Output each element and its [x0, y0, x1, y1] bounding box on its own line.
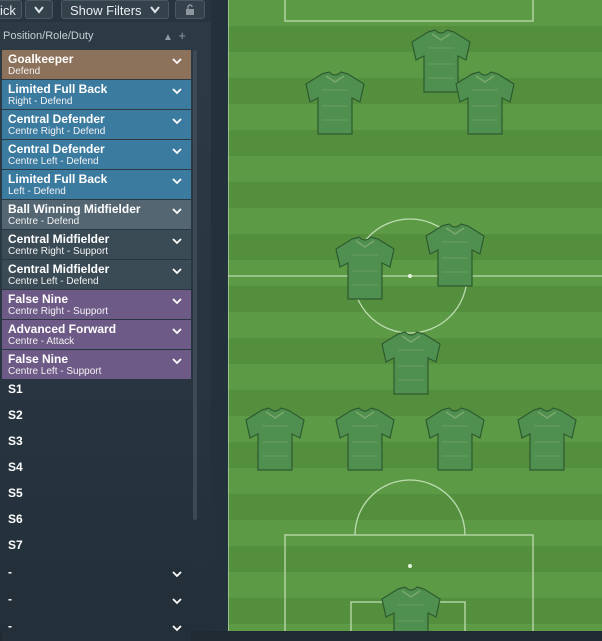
position-duty: Centre Left - Defend — [8, 276, 99, 287]
position-role: Ball Winning Midfielder — [8, 202, 141, 216]
position-row[interactable]: False Nine Centre Right - Support — [2, 290, 191, 319]
sidebar-toolbar: ick Show Filters — [0, 0, 211, 22]
position-duty: Centre - Defend — [8, 216, 80, 227]
lock-button[interactable] — [175, 0, 205, 19]
column-header-label: Position/Role/Duty — [3, 30, 94, 42]
substitutes-list: S1 S2 S3 S4 S5 S6 S7 — [8, 380, 23, 562]
substitute-slot[interactable]: S4 — [8, 458, 23, 484]
substitute-slot[interactable]: S5 — [8, 484, 23, 510]
position-row[interactable]: Goalkeeper Defend — [2, 50, 191, 79]
chevron-down-icon[interactable] — [172, 86, 182, 96]
shirt-icon[interactable] — [422, 222, 488, 288]
sidebar-scrollbar[interactable] — [193, 50, 197, 520]
chevron-down-icon — [150, 6, 160, 14]
position-row[interactable]: Central Midfielder Centre Left - Defend — [2, 260, 191, 289]
view-dropdown-label: ick — [0, 3, 16, 18]
chevron-down-icon[interactable] — [172, 176, 182, 186]
position-role: Central Midfielder — [8, 232, 110, 246]
position-row[interactable]: Central Defender Centre Right - Defend — [2, 110, 191, 139]
position-duty: Centre Left - Defend — [8, 156, 99, 167]
position-duty: Defend — [8, 66, 41, 77]
substitute-slot[interactable]: S1 — [8, 380, 23, 406]
tactics-sidebar: ick Show Filters Position/Role/Duty ▲ + … — [0, 0, 211, 641]
position-row[interactable]: Limited Full Back Right - Defend — [2, 80, 191, 109]
chevron-down-icon[interactable] — [172, 56, 182, 66]
position-duty: Centre Left - Support — [8, 366, 102, 377]
substitute-slot[interactable]: S2 — [8, 406, 23, 432]
position-row[interactable]: Advanced Forward Centre - Attack — [2, 320, 191, 349]
shirt-icon[interactable] — [242, 406, 308, 472]
position-role: Goalkeeper — [8, 52, 74, 66]
shirt-icon[interactable] — [378, 330, 444, 396]
position-role: False Nine — [8, 352, 69, 366]
position-role: Central Defender — [8, 112, 105, 126]
pitch-markings — [228, 0, 602, 631]
position-duty: Centre - Attack — [8, 336, 75, 347]
shirt-icon[interactable] — [452, 70, 518, 136]
chevron-down-icon[interactable] — [172, 236, 182, 246]
show-filters-button[interactable]: Show Filters — [61, 0, 169, 19]
position-duty: Right - Defend — [8, 96, 73, 107]
position-duty: Centre Right - Defend — [8, 126, 106, 137]
header-controls: ▲ + — [163, 26, 186, 48]
chevron-down-icon[interactable] — [172, 326, 182, 336]
reserve-label: - — [8, 565, 12, 579]
view-dropdown-toggle[interactable] — [25, 0, 53, 19]
position-role: Limited Full Back — [8, 82, 108, 96]
position-duty: Centre Right - Support — [8, 246, 109, 257]
chevron-down-icon[interactable] — [172, 569, 182, 579]
sort-icon[interactable]: ▲ — [163, 32, 173, 43]
position-role: Central Defender — [8, 142, 105, 156]
shirt-icon[interactable] — [332, 406, 398, 472]
shirt-icon[interactable] — [422, 406, 488, 472]
position-list: Goalkeeper Defend Limited Full Back Right -… — [2, 50, 191, 380]
divider-strip — [211, 0, 228, 631]
position-role: False Nine — [8, 292, 69, 306]
chevron-down-icon[interactable] — [172, 596, 182, 606]
lock-icon — [186, 4, 194, 15]
reserve-label: - — [8, 592, 12, 606]
substitute-slot[interactable]: S3 — [8, 432, 23, 458]
show-filters-label: Show Filters — [70, 3, 142, 18]
position-row[interactable]: Central Defender Centre Left - Defend — [2, 140, 191, 169]
position-duty: Left - Defend — [8, 186, 66, 197]
position-row[interactable]: Limited Full Back Left - Defend — [2, 170, 191, 199]
shirt-icon[interactable] — [332, 235, 398, 301]
substitute-slot[interactable]: S7 — [8, 536, 23, 562]
position-row[interactable]: False Nine Centre Left - Support — [2, 350, 191, 379]
chevron-down-icon[interactable] — [172, 116, 182, 126]
reserve-slot[interactable]: - — [2, 561, 191, 587]
pitch — [228, 0, 602, 631]
reserve-slot[interactable]: - — [2, 615, 191, 641]
position-role: Limited Full Back — [8, 172, 108, 186]
position-column-header[interactable]: Position/Role/Duty ▲ + — [0, 26, 194, 46]
shirt-icon[interactable] — [514, 406, 580, 472]
plus-icon[interactable]: + — [178, 28, 186, 43]
view-dropdown[interactable]: ick — [0, 0, 22, 19]
chevron-down-icon[interactable] — [172, 623, 182, 633]
shirt-icon[interactable] — [302, 70, 368, 136]
substitute-slot[interactable]: S6 — [8, 510, 23, 536]
position-duty: Centre Right - Support — [8, 306, 109, 317]
position-role: Advanced Forward — [8, 322, 117, 336]
chevron-down-icon[interactable] — [172, 206, 182, 216]
position-role: Central Midfielder — [8, 262, 110, 276]
chevron-down-icon[interactable] — [172, 296, 182, 306]
position-row[interactable]: Ball Winning Midfielder Centre - Defend — [2, 200, 191, 229]
chevron-down-icon — [34, 6, 44, 14]
position-row[interactable]: Central Midfielder Centre Right - Support — [2, 230, 191, 259]
chevron-down-icon[interactable] — [172, 266, 182, 276]
chevron-down-icon[interactable] — [172, 146, 182, 156]
shirt-icon[interactable] — [378, 585, 444, 631]
chevron-down-icon[interactable] — [172, 356, 182, 366]
reserve-slot[interactable]: - — [2, 588, 191, 614]
